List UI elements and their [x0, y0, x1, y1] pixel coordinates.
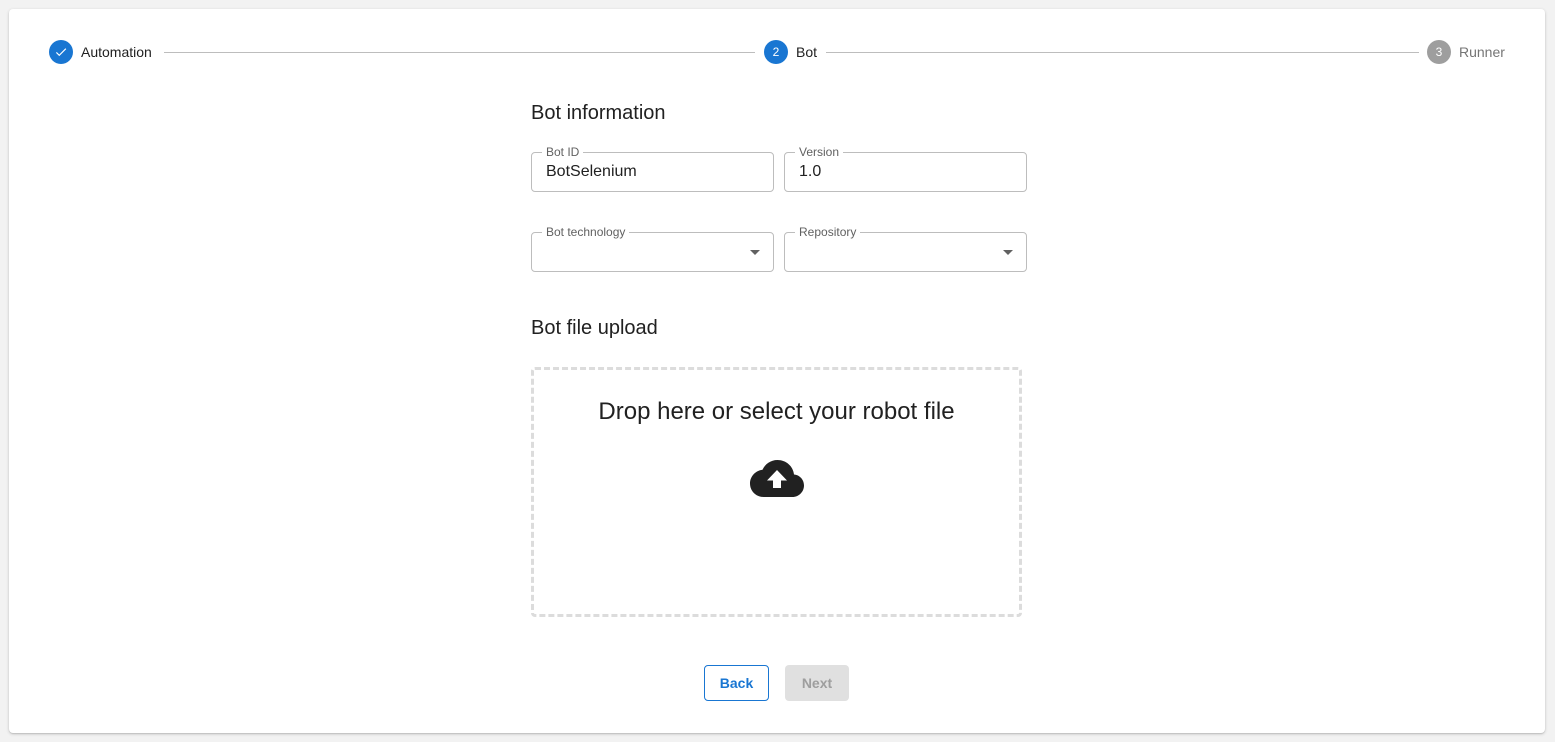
step-number-bot: 2: [764, 40, 788, 64]
bot-technology-select[interactable]: Bot technology: [531, 224, 774, 272]
next-button[interactable]: Next: [785, 665, 849, 701]
version-label: Version: [795, 144, 844, 160]
repository-select[interactable]: Repository: [784, 224, 1027, 272]
version-field[interactable]: Version: [784, 144, 1027, 192]
bot-information-title: Bot information: [531, 102, 666, 124]
step-bot[interactable]: 2 Bot: [764, 40, 817, 64]
cloud-upload-icon: [750, 460, 804, 497]
check-icon: [49, 40, 73, 64]
dropzone-text: Drop here or select your robot file: [598, 398, 955, 425]
repository-label: Repository: [795, 224, 861, 240]
version-input[interactable]: [799, 163, 1009, 181]
bot-file-upload-title: Bot file upload: [531, 317, 658, 339]
step-number-runner: 3: [1427, 40, 1451, 64]
file-dropzone[interactable]: Drop here or select your robot file: [531, 367, 1022, 617]
step-automation[interactable]: Automation: [49, 40, 152, 64]
stepper-card: Automation 2 Bot 3 Runner Bot informatio…: [9, 9, 1545, 733]
step-label-automation: Automation: [81, 44, 152, 60]
step-runner[interactable]: 3 Runner: [1427, 40, 1505, 64]
bot-id-field[interactable]: Bot ID: [531, 144, 774, 192]
step-connector: [826, 52, 1419, 53]
chevron-down-icon[interactable]: [1003, 250, 1013, 255]
step-label-bot: Bot: [796, 44, 818, 60]
chevron-down-icon[interactable]: [750, 250, 760, 255]
bot-technology-label: Bot technology: [542, 224, 630, 240]
back-button[interactable]: Back: [704, 665, 769, 701]
bot-id-label: Bot ID: [542, 144, 584, 160]
bot-id-input[interactable]: [546, 163, 756, 181]
step-connector: [164, 52, 755, 53]
step-label-runner: Runner: [1459, 44, 1505, 60]
